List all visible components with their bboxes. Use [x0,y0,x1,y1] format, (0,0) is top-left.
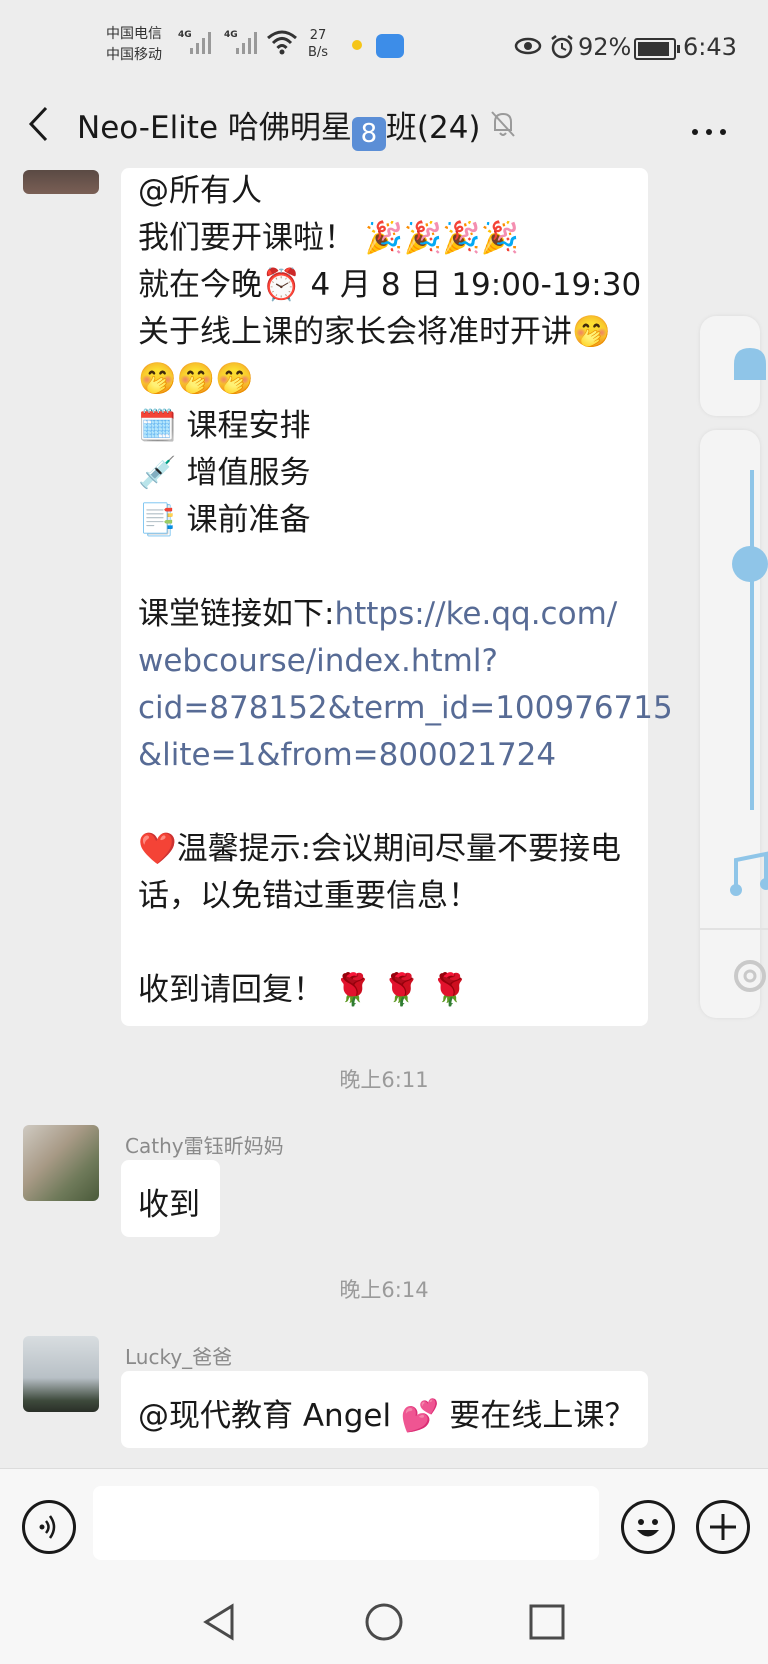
sender-name-cathy: Cathy雷钰昕妈妈 [125,1134,284,1158]
line-14: ❤️温馨提示:会议期间尽量不要接电 [138,831,622,867]
carrier-2: 中国移动 [106,47,162,63]
line-4: 🤭🤭🤭 [138,361,254,397]
announcement-text: @所有人 我们要开课啦！ 🎉🎉🎉🎉 就在今晚⏰ 4 月 8 日 19:00-19… [138,168,673,1014]
carrier-1: 中国电信 [106,26,162,42]
app-notification-icon [376,34,404,58]
reply-text-1: 收到 [138,1187,200,1223]
avatar-lucky[interactable] [23,1336,99,1412]
settings-icon[interactable] [728,954,768,998]
timestamp-1: 晚上6:11 [339,1068,429,1092]
speed-value: 27 [309,28,327,43]
chat-title-count: 班(24) [385,110,481,146]
bell-icon[interactable] [728,342,768,392]
line-7: 📑 课前准备 [138,502,311,538]
speed-unit: B/s [308,45,329,60]
line-0: @所有人 [138,173,262,209]
battery-percent: 92% [578,33,632,61]
add-icon[interactable] [696,1500,750,1554]
nav-back-icon[interactable] [202,1602,238,1642]
link-label: 课堂链接如下: [138,596,335,632]
wifi-icon [267,30,297,55]
panel-divider [700,928,768,930]
nav-home-icon[interactable] [364,1602,404,1642]
avatar-sender-top[interactable] [23,170,99,194]
line-2: 就在今晚⏰ 4 月 8 日 19:00-19:30 [138,267,642,303]
line-16 [138,920,673,967]
emoji-icon[interactable] [621,1500,675,1554]
signal-icon-2 [236,32,257,54]
status-time: 6:43 [683,33,737,61]
voice-icon[interactable] [22,1500,76,1554]
chat-title: Neo-Elite 哈佛明星 8 班(24) [77,102,481,151]
line-17: 收到请回复！ 🌹 🌹 🌹 [138,972,470,1008]
music-icon[interactable] [728,850,768,900]
line-9: 课堂链接如下:https://ke.qq.com/ [138,591,673,638]
line-15: 话，以免错过重要信息！ [138,878,479,914]
avatar-cathy[interactable] [23,1125,99,1201]
battery-icon [634,38,680,60]
sun-icon [352,40,362,50]
line-8 [138,544,673,591]
more-icon[interactable] [692,120,734,139]
line-5: 🗓️ 课程安排 [138,408,311,444]
carrier-labels: 中国电信 中国移动 [106,24,162,66]
course-link-part-3[interactable]: &lite=1&from=800021724 [138,732,673,779]
sender-name-lucky: Lucky_爸爸 [125,1345,233,1369]
chat-title-badge: 8 [351,117,386,151]
course-link-part-0[interactable]: https://ke.qq.com/ [334,596,617,632]
chat-title-text: Neo-Elite 哈佛明星 [77,110,352,146]
line-6: 💉 增值服务 [138,455,311,491]
mute-bell-icon [491,111,515,137]
line-3: 关于线上课的家长会将准时开讲🤭 [138,314,611,350]
nav-recent-icon[interactable] [528,1603,566,1641]
line-13 [138,779,673,826]
course-link-part-2[interactable]: cid=878152&term_id=100976715 [138,685,673,732]
slider-handle[interactable] [732,546,768,582]
line-1: 我们要开课啦！ 🎉🎉🎉🎉 [138,220,520,256]
reply-text-2: @现代教育 Angel 💕 要在线上课？ [138,1398,636,1434]
eye-icon [514,37,542,55]
course-link-part-1[interactable]: webcourse/index.html? [138,638,673,685]
timestamp-2: 晚上6:14 [339,1278,429,1302]
alarm-icon [551,35,573,59]
message-input[interactable] [93,1486,599,1560]
signal-icon [190,32,211,54]
back-icon[interactable] [26,104,50,144]
network-speed: 27 B/s [308,27,328,61]
slider-track [750,470,754,810]
